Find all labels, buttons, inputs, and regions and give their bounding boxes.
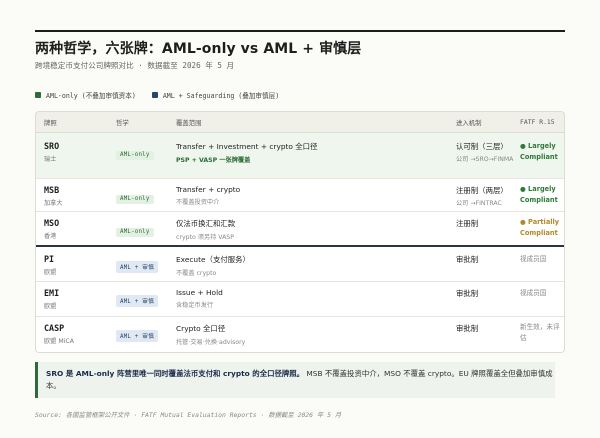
coverage-cell: Execute（支付服务） 不覆盖 crypto	[176, 254, 250, 277]
coverage-text: Transfer + Investment + crypto 全口径	[176, 142, 318, 151]
philosophy-badge: AML-only	[116, 150, 154, 160]
license-comparison-table: 牌照 哲学 覆盖范围 进入机制 FATF R.15 SRO 瑞士 AML-onl…	[35, 111, 565, 353]
table-row: CASP 欧盟 MiCA AML + 审慎 Crypto 全口径 托管·交易·兑…	[36, 316, 564, 352]
license-region: 香港	[44, 233, 57, 240]
philosophy-cell: AML + 审慎	[116, 323, 159, 342]
legend-swatch-green	[35, 92, 41, 98]
license-code: CASP	[44, 323, 65, 333]
license-code: MSB	[44, 185, 60, 195]
legend-item-aml-prudential: AML + Safeguarding (叠加审慎层)	[151, 90, 280, 100]
table-row: EMI 欧盟 AML + 审慎 Issue + Hold 含稳定币发行 审批制 …	[36, 281, 564, 317]
legend: AML-only (不叠加审慎资本) AML + Safeguarding (叠…	[35, 90, 279, 100]
license-code: EMI	[44, 288, 60, 298]
philosophy-cell: AML-only	[116, 218, 154, 237]
mechanism-text: 认可制（三层）	[456, 142, 508, 151]
legend-item-aml-only: AML-only (不叠加审慎资本)	[35, 90, 136, 100]
table-header: 牌照 哲学 覆盖范围 进入机制 FATF R.15	[36, 112, 564, 133]
fatf-rating: ● Largely Compliant	[520, 185, 558, 204]
table-row: PI 欧盟 AML + 审慎 Execute（支付服务） 不覆盖 crypto …	[36, 247, 564, 282]
coverage-subtext: 不覆盖 crypto	[176, 270, 217, 277]
mechanism-cell: 注册制	[456, 218, 478, 229]
license-cell: PI 欧盟	[44, 254, 56, 276]
column-header-mechanism: 进入机制	[456, 119, 482, 127]
fatf-rating: 视成员国	[520, 289, 547, 297]
mechanism-subtext: 公司 →SRO→FINMA	[456, 156, 514, 163]
coverage-text: Crypto 全口径	[176, 324, 226, 333]
coverage-cell: Crypto 全口径 托管·交易·兑换·advisory	[176, 323, 245, 346]
license-region: 欧盟	[44, 303, 57, 310]
coverage-subtext: 含稳定币发行	[176, 302, 214, 309]
license-code: PI	[44, 254, 55, 264]
license-code: MSO	[44, 218, 60, 228]
source-line: Source: 各国监管框架公开文件 · FATF Mutual Evaluat…	[35, 411, 342, 419]
coverage-subtext: crypto 须另持 VASP	[176, 234, 234, 241]
license-region: 加拿大	[44, 200, 63, 207]
mechanism-text: 审批制	[456, 255, 479, 264]
table-row: SRO 瑞士 AML-only Transfer + Investment + …	[36, 133, 564, 179]
table-row: MSO 香港 AML-only 仅法币换汇和汇款 crypto 须另持 VASP…	[36, 211, 564, 247]
philosophy-cell: AML-only	[116, 141, 154, 160]
philosophy-badge: AML + 审慎	[116, 329, 159, 342]
license-cell: EMI 欧盟	[44, 288, 59, 310]
column-header-license: 牌照	[44, 119, 57, 127]
coverage-cell: 仅法币换汇和汇款 crypto 须另持 VASP	[176, 218, 235, 241]
fatf-rating: 视成员国	[520, 255, 547, 263]
legend-label: AML-only (不叠加审慎资本)	[46, 92, 136, 100]
mechanism-subtext: 公司 →FINTRAC	[456, 200, 502, 207]
philosophy-cell: AML-only	[116, 185, 154, 204]
philosophy-badge: AML-only	[116, 227, 154, 237]
license-region: 欧盟 MiCA	[44, 338, 74, 345]
philosophy-badge: AML-only	[116, 194, 154, 204]
summary-note-bold: SRO 是 AML-only 阵营里唯一同时覆盖法币支付和 crypto 的全口…	[46, 369, 305, 378]
mechanism-cell: 审批制	[456, 288, 478, 299]
coverage-subtext: PSP + VASP 一张牌覆盖	[176, 157, 251, 164]
page-subtitle: 跨境稳定币支付公司牌照对比 · 数据截至 2026 年 5 月	[35, 61, 235, 70]
top-rule	[35, 30, 565, 32]
coverage-subtext: 托管·交易·兑换·advisory	[176, 339, 246, 346]
column-header-fatf: FATF R.15	[520, 118, 555, 126]
coverage-cell: Transfer + Investment + crypto 全口径 PSP +…	[176, 141, 317, 164]
mechanism-cell: 认可制（三层） 公司 →SRO→FINMA	[456, 141, 516, 164]
license-cell: CASP 欧盟 MiCA	[44, 323, 74, 345]
license-cell: SRO 瑞士	[44, 141, 59, 163]
fatf-rating: ● Partially Compliant	[520, 218, 560, 237]
philosophy-badge: AML + 审慎	[116, 260, 159, 273]
coverage-text: Execute（支付服务）	[176, 255, 250, 264]
philosophy-badge: AML + 审慎	[116, 294, 159, 307]
license-cell: MSB 加拿大	[44, 185, 63, 207]
coverage-text: Transfer + crypto	[176, 185, 241, 194]
coverage-text: Issue + Hold	[176, 288, 223, 297]
fatf-rating: 新生效，未评估	[520, 323, 560, 342]
mechanism-cell: 审批制	[456, 254, 478, 265]
mechanism-text: 审批制	[456, 289, 479, 298]
license-region: 瑞士	[44, 156, 57, 163]
coverage-cell: Issue + Hold 含稳定币发行	[176, 288, 223, 309]
legend-label: AML + Safeguarding (叠加审慎层)	[162, 92, 280, 100]
page-title: 两种哲学，六张牌：AML-only vs AML + 审慎层	[35, 41, 362, 57]
coverage-text: 仅法币换汇和汇款	[176, 219, 236, 228]
fatf-rating: ● Largely Compliant	[520, 142, 558, 161]
legend-swatch-blue	[151, 92, 158, 98]
coverage-cell: Transfer + crypto 不覆盖投资中介	[176, 185, 240, 206]
license-region: 欧盟	[44, 269, 57, 276]
license-cell: MSO 香港	[44, 218, 59, 240]
column-header-philosophy: 哲学	[116, 119, 129, 127]
column-header-coverage: 覆盖范围	[176, 119, 202, 127]
mechanism-cell: 注册制（两层） 公司 →FINTRAC	[456, 185, 508, 208]
coverage-subtext: 不覆盖投资中介	[176, 199, 220, 206]
license-code: SRO	[44, 141, 60, 151]
mechanism-text: 注册制	[456, 219, 479, 228]
mechanism-cell: 审批制	[456, 323, 478, 334]
philosophy-cell: AML + 审慎	[116, 254, 159, 273]
table-row: MSB 加拿大 AML-only Transfer + crypto 不覆盖投资…	[36, 178, 564, 212]
summary-note: SRO 是 AML-only 阵营里唯一同时覆盖法币支付和 crypto 的全口…	[35, 362, 555, 398]
mechanism-text: 注册制（两层）	[456, 186, 508, 195]
mechanism-text: 审批制	[456, 324, 479, 333]
philosophy-cell: AML + 审慎	[116, 288, 159, 307]
